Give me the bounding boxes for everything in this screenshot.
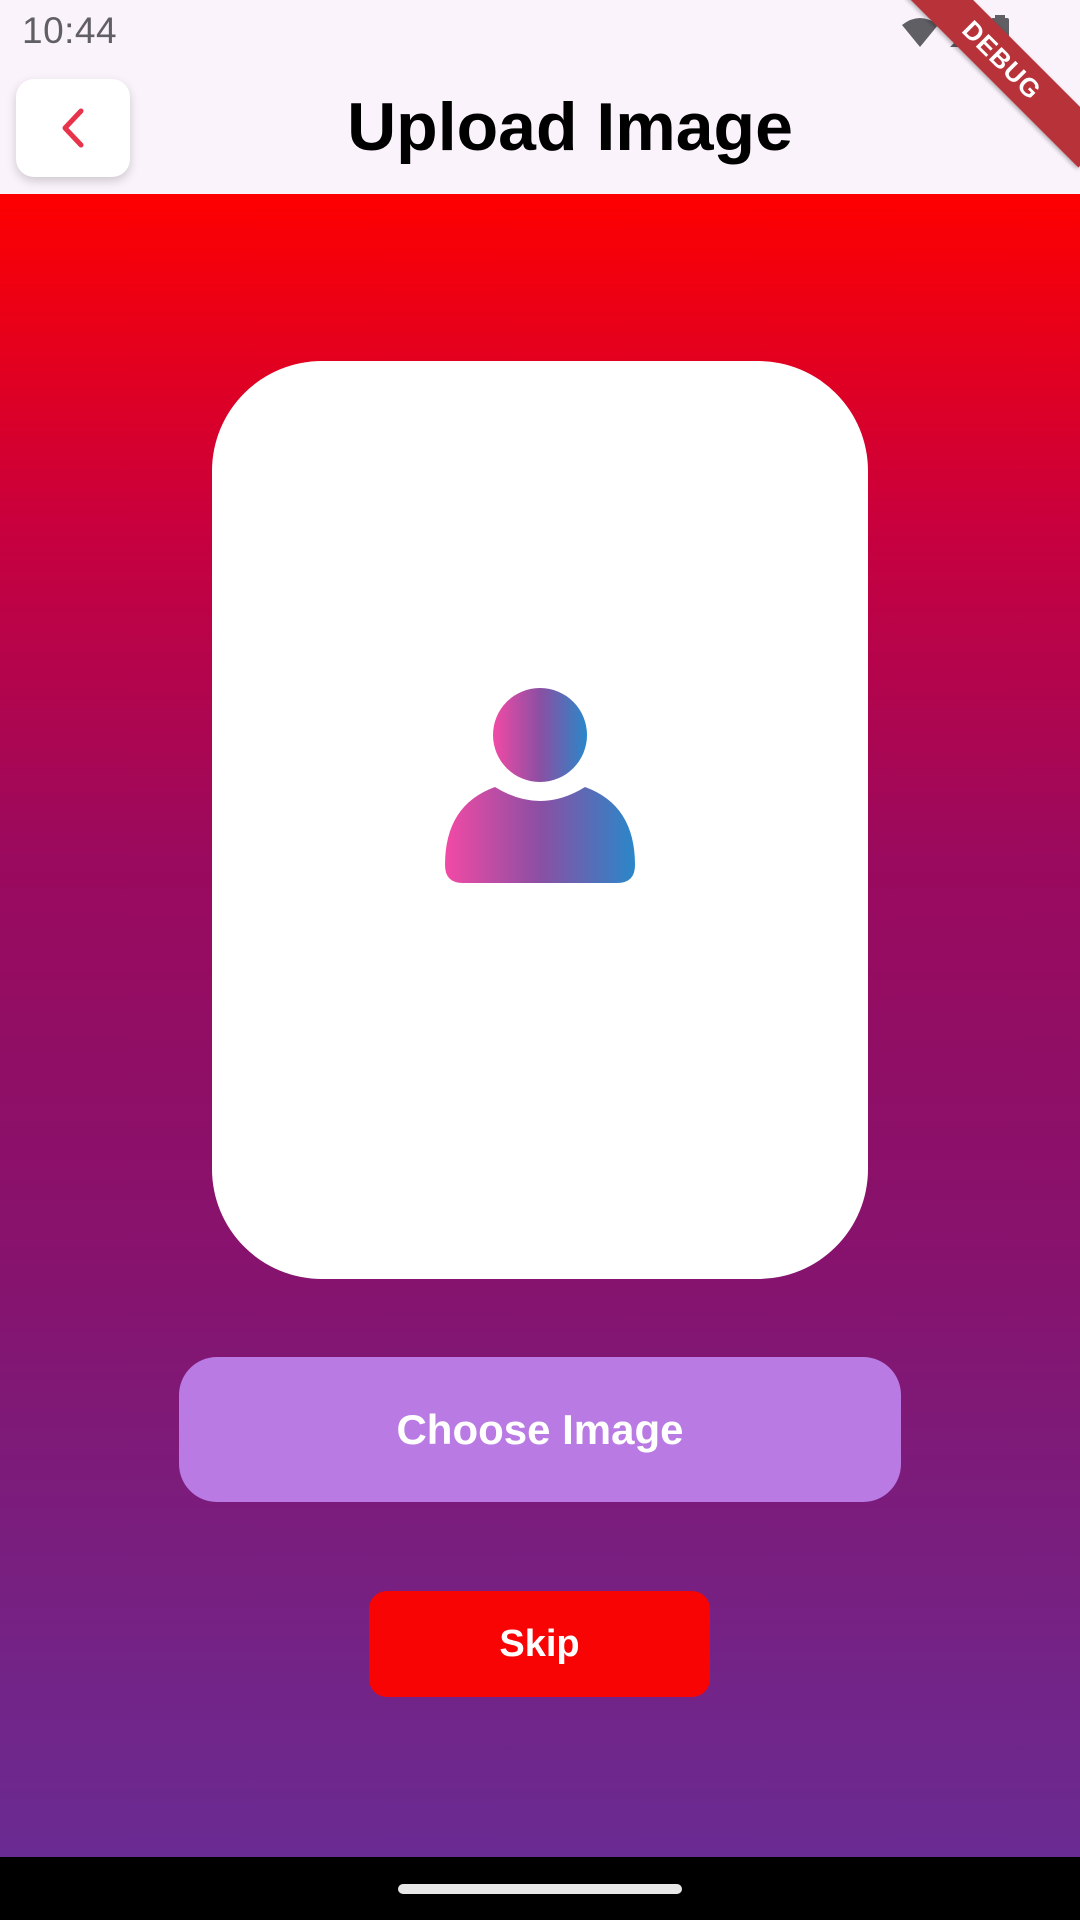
person-icon — [445, 688, 635, 883]
top-bar-area: 10:44 Upload Image — [0, 0, 1080, 194]
status-time: 10:44 — [22, 10, 118, 51]
status-bar: 10:44 — [0, 0, 1080, 64]
image-preview-card[interactable] — [212, 361, 868, 1279]
skip-button[interactable]: Skip — [369, 1591, 710, 1697]
choose-image-button[interactable]: Choose Image — [179, 1357, 901, 1502]
upload-image-screen: 10:44 Upload Image DEBUG Choose Image Sk… — [0, 0, 1080, 1920]
content-area: Choose Image Skip — [0, 194, 1080, 1857]
home-indicator[interactable] — [398, 1884, 682, 1894]
page-title: Upload Image — [347, 89, 793, 165]
